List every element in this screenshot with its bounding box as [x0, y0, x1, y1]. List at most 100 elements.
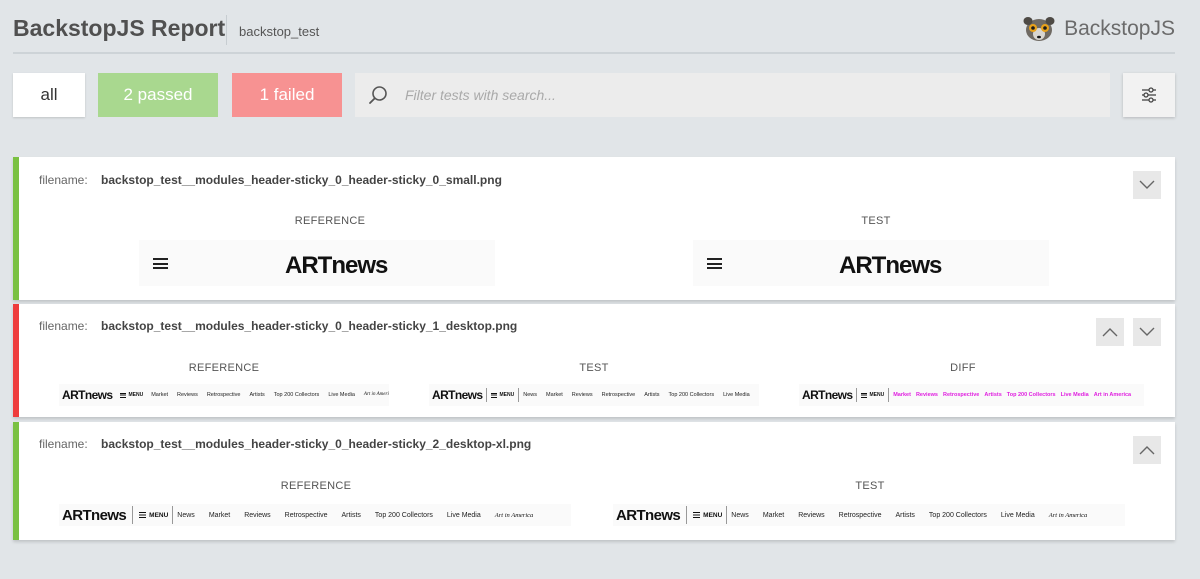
filename-value: backstop_test__modules_header-sticky_0_h… — [101, 437, 532, 451]
header-divider — [226, 15, 227, 45]
nav-item: Retrospective — [942, 392, 980, 398]
brand: BackstopJS — [1022, 14, 1175, 44]
nav-divider — [172, 506, 174, 524]
nav-item: Live Media — [723, 392, 750, 398]
nav-item: Artists — [984, 392, 1002, 398]
partner-logo: Art in America — [363, 392, 389, 397]
filter-passed-button[interactable]: 2 passed — [98, 73, 218, 117]
reference-label: REFERENCE — [188, 362, 260, 374]
nav-divider — [132, 506, 134, 524]
menu-toggle: MENU — [139, 512, 168, 519]
nav-items: News Market Reviews Retrospective Artist… — [523, 392, 749, 398]
reference-label: REFERENCE — [294, 215, 366, 227]
diff-highlights: Market Reviews Retrospective Artists Top… — [893, 392, 1131, 398]
site-logo: ARTnews — [62, 506, 127, 524]
test-label: TEST — [861, 215, 891, 227]
nav-item: Market — [208, 511, 231, 519]
menu-toggle: MENU — [491, 392, 514, 398]
lemur-logo-icon — [1023, 17, 1055, 41]
nav-item: Live Media — [446, 511, 481, 519]
expand-button[interactable] — [1133, 171, 1161, 199]
diff-screenshot[interactable]: ARTnews MENU Market Reviews Retrospectiv… — [799, 384, 1144, 406]
nav-item: Market — [545, 392, 563, 398]
search-input[interactable] — [389, 73, 1110, 117]
reference-screenshot[interactable]: ARTnews — [139, 240, 495, 286]
nav-item: Market — [893, 392, 911, 398]
filter-failed-button[interactable]: 1 failed — [232, 73, 342, 117]
nav-item: Reviews — [244, 511, 271, 519]
nav-item: Top 200 Collectors — [928, 511, 987, 519]
filename-value: backstop_test__modules_header-sticky_0_h… — [101, 173, 502, 187]
collapse-button[interactable] — [1096, 318, 1124, 346]
menu-label: MENU — [128, 392, 144, 398]
chevron-up-icon — [1102, 328, 1118, 337]
nav-items: News Market Reviews Retrospective Artist… — [731, 512, 1087, 519]
menu-toggle: MENU — [861, 392, 884, 398]
nav-divider — [726, 506, 728, 524]
test-label: TEST — [855, 480, 885, 492]
settings-button[interactable] — [1123, 73, 1175, 117]
site-logo: ARTnews — [432, 388, 483, 402]
menu-toggle: MENU — [120, 392, 143, 398]
site-logo: ARTnews — [62, 388, 113, 402]
report-header: BackstopJS Report backstop_test Backstop… — [13, 0, 1175, 54]
nav-item: Retrospective — [601, 392, 636, 398]
hamburger-icon — [491, 392, 498, 398]
suite-name: backstop_test — [239, 24, 320, 39]
nav-item: Live Media — [328, 392, 355, 398]
partner-logo: Art in America — [1093, 392, 1132, 398]
filename-value: backstop_test__modules_header-sticky_0_h… — [101, 319, 518, 333]
nav-item: Top 200 Collectors — [668, 392, 715, 398]
nav-item: Market — [151, 392, 169, 398]
hamburger-icon — [707, 258, 722, 269]
test-card: filename: backstop_test__modules_header-… — [13, 304, 1175, 417]
nav-item: Live Media — [1000, 511, 1035, 519]
menu-label: MENU — [149, 511, 169, 519]
nav-divider — [856, 388, 858, 402]
diff-label: DIFF — [950, 362, 976, 374]
chevron-up-icon — [1139, 446, 1155, 455]
filename-row: filename: backstop_test__modules_header-… — [39, 437, 531, 451]
nav-item: News — [731, 511, 749, 519]
nav-items: Market Reviews Retrospective Artists Top… — [151, 392, 389, 398]
menu-label: MENU — [499, 392, 515, 398]
nav-divider — [486, 388, 488, 402]
nav-item: Artists — [895, 511, 915, 519]
filename-label: filename: — [39, 319, 88, 333]
test-screenshot[interactable]: ARTnews — [693, 240, 1049, 286]
partner-logo: Art in America — [1048, 511, 1088, 519]
partner-logo: Art in America — [494, 511, 534, 519]
nav-item: Retrospective — [206, 392, 241, 398]
reference-screenshot[interactable]: ARTnews MENU News Market Reviews Retrosp… — [59, 504, 571, 526]
nav-item: Artists — [249, 392, 265, 398]
chevron-down-icon — [1139, 327, 1155, 336]
menu-toggle: MENU — [693, 512, 722, 519]
test-screenshot[interactable]: ARTnews MENU News Market Reviews Retrosp… — [613, 504, 1125, 526]
site-logo: ARTnews — [802, 388, 853, 402]
menu-label: MENU — [703, 511, 723, 519]
page-title: BackstopJS Report — [13, 15, 226, 41]
nav-item: Live Media — [1060, 392, 1089, 398]
test-card: filename: backstop_test__modules_header-… — [13, 157, 1175, 300]
nav-item: Retrospective — [838, 511, 882, 519]
site-logo: ARTnews — [839, 252, 942, 279]
test-label: TEST — [579, 362, 609, 374]
nav-item: Top 200 Collectors — [273, 392, 320, 398]
nav-item: Reviews — [571, 392, 593, 398]
reference-screenshot[interactable]: ARTnews MENU Market Reviews Retrospectiv… — [59, 384, 389, 406]
collapse-button[interactable] — [1133, 436, 1161, 464]
nav-item: Artists — [341, 511, 361, 519]
site-logo: ARTnews — [285, 252, 388, 279]
brand-name: BackstopJS — [1064, 17, 1175, 40]
nav-item: Reviews — [798, 511, 825, 519]
filename-label: filename: — [39, 173, 88, 187]
nav-item: Reviews — [177, 392, 198, 398]
test-screenshot[interactable]: ARTnews MENU News Market Reviews Retrosp… — [429, 384, 759, 406]
filter-all-button[interactable]: all — [13, 73, 85, 117]
expand-button[interactable] — [1133, 318, 1161, 346]
filename-row: filename: backstop_test__modules_header-… — [39, 173, 502, 187]
sliders-icon — [1142, 87, 1156, 103]
nav-items: News Market Reviews Retrospective Artist… — [177, 512, 533, 519]
nav-item: Market — [762, 511, 785, 519]
hamburger-icon — [120, 392, 127, 398]
